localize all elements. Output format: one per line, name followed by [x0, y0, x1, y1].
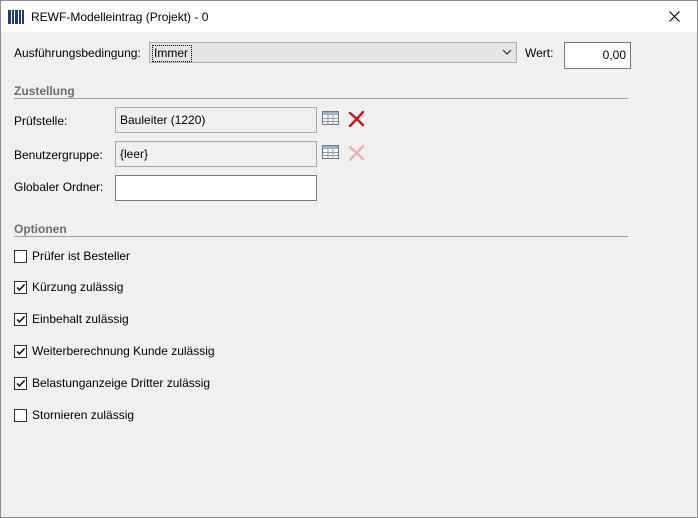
- globaler-ordner-input[interactable]: [115, 175, 317, 201]
- checkbox[interactable]: [14, 344, 27, 358]
- section-title-optionen: Optionen: [14, 222, 67, 236]
- close-icon: [668, 11, 680, 22]
- chevron-down-icon: [502, 49, 512, 55]
- dialog-window: REWF-Modelleintrag (Projekt) - 0 Ausführ…: [0, 0, 698, 518]
- option-pruefer-ist-besteller[interactable]: Prüfer ist Besteller: [14, 249, 130, 263]
- checkbox[interactable]: [14, 249, 27, 263]
- checkbox[interactable]: [14, 312, 27, 326]
- checkbox-label: Stornieren zulässig: [32, 408, 135, 422]
- dialog-content: Ausführungsbedingung: Immer Wert: 0,00 Z…: [1, 32, 697, 517]
- close-button[interactable]: [651, 1, 697, 32]
- checkbox-label: Belastunganzeige Dritter zulässig: [32, 376, 211, 390]
- benutzergruppe-lookup-button[interactable]: [322, 145, 340, 163]
- checkmark-icon: [16, 315, 26, 323]
- app-icon: [8, 10, 24, 24]
- window-title: REWF-Modelleintrag (Projekt) - 0: [31, 10, 209, 24]
- section-title-zustellung: Zustellung: [14, 84, 75, 98]
- checkbox-label: Einbehalt zulässig: [32, 312, 129, 326]
- value-input[interactable]: 0,00: [564, 42, 631, 69]
- section-divider: [14, 236, 628, 237]
- pruefstelle-remove-button[interactable]: [348, 110, 366, 129]
- value-label: Wert:: [525, 46, 554, 60]
- table-icon: [322, 111, 339, 125]
- condition-select[interactable]: Immer: [149, 42, 517, 63]
- condition-label: Ausführungsbedingung:: [14, 46, 141, 60]
- delete-x-icon: [348, 144, 365, 162]
- checkbox[interactable]: [14, 376, 27, 390]
- option-stornieren-zulaessig[interactable]: Stornieren zulässig: [14, 408, 134, 422]
- checkmark-icon: [16, 283, 26, 291]
- checkbox-label: Prüfer ist Besteller: [32, 249, 131, 263]
- option-einbehalt-zulaessig[interactable]: Einbehalt zulässig: [14, 312, 129, 326]
- globaler-ordner-label: Globaler Ordner:: [14, 180, 104, 194]
- benutzergruppe-field: {leer}: [115, 141, 317, 167]
- checkbox[interactable]: [14, 280, 27, 294]
- title-bar: REWF-Modelleintrag (Projekt) - 0: [1, 1, 697, 32]
- section-divider: [14, 98, 628, 99]
- condition-selected-value: Immer: [152, 45, 192, 62]
- benutzergruppe-remove-button[interactable]: [348, 144, 366, 163]
- checkmark-icon: [16, 379, 26, 387]
- option-belastunganzeige-dritter[interactable]: Belastunganzeige Dritter zulässig: [14, 376, 210, 390]
- checkbox-label: Kürzung zulässig: [32, 280, 124, 294]
- checkbox-label: Weiterberechnung Kunde zulässig: [32, 344, 215, 358]
- pruefstelle-field: Bauleiter (1220): [115, 107, 317, 133]
- option-weiterberechnung-kunde[interactable]: Weiterberechnung Kunde zulässig: [14, 344, 215, 358]
- benutzergruppe-label: Benutzergruppe:: [14, 148, 103, 162]
- table-icon: [322, 145, 339, 159]
- option-kuerzung-zulaessig[interactable]: Kürzung zulässig: [14, 280, 123, 294]
- checkbox[interactable]: [14, 408, 27, 422]
- delete-x-icon: [348, 110, 365, 128]
- checkmark-icon: [16, 347, 26, 355]
- pruefstelle-label: Prüfstelle:: [14, 114, 68, 128]
- pruefstelle-lookup-button[interactable]: [322, 111, 340, 129]
